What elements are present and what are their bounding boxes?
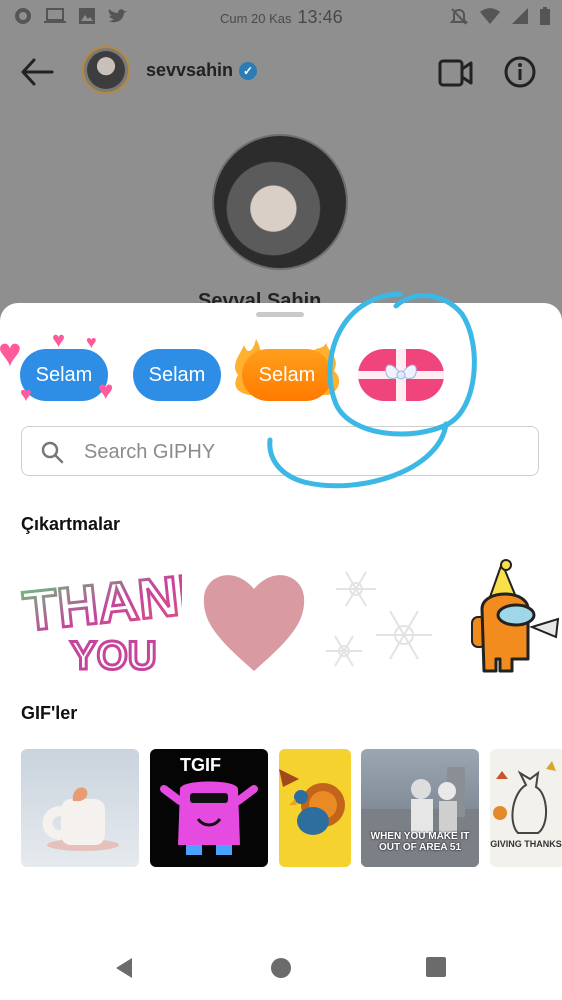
tgif-text: TGIF [180,755,221,775]
heart-decoration-icon: ♥ [52,327,66,352]
signal-icon [512,8,528,24]
snowflake-icon [326,571,432,667]
you-text: YOU [70,634,157,677]
back-arrow-icon[interactable] [20,58,54,86]
mug-gif[interactable] [21,749,139,867]
wifi-icon [480,8,500,24]
profile-picture [212,134,348,270]
thank-you-sticker[interactable]: THANK YOU [19,558,223,679]
thank-text: THANK [20,561,182,643]
alarm-off-icon [450,8,468,25]
gifs-section-title: GIF'ler [21,703,78,723]
laptop-icon [44,8,66,23]
giving-thanks-cat-icon [493,761,556,834]
info-icon[interactable] [504,56,536,88]
status-right-icons [450,7,550,25]
tgif-monster-icon: TGIF [160,755,258,855]
sticker-label: Selam [148,363,206,386]
giving-thanks-caption: GIVING THANKS [490,839,562,849]
whatsapp-icon [15,8,31,24]
status-clock: Cum 20 Kas 13:46 [220,7,343,28]
recents-nav-icon[interactable] [426,957,446,977]
search-input[interactable] [82,438,506,466]
heart-decoration-icon: ♥ [98,375,114,405]
status-time: 13:46 [297,7,343,27]
mug-icon [42,787,119,851]
selam-fire-sticker[interactable]: Selam [242,349,332,401]
heart-decoration-icon: ♥ [86,332,97,352]
tgif-gif[interactable]: TGIF [150,749,268,867]
turkey-gif[interactable] [279,749,351,867]
navigation-bar [0,945,562,991]
status-left-icons [14,7,128,25]
username-text: sevvsahin [146,60,234,80]
area51-gif[interactable]: WHEN YOU MAKE IT OUT OF AREA 51 [361,749,479,867]
stickers-section-title: Çıkartmalar [21,514,121,534]
sticker-label: Selam [35,363,93,386]
heart-icon [203,575,305,671]
sheet-drag-handle[interactable] [256,312,304,317]
status-date: Cum 20 Kas [220,11,292,26]
selam-sticker[interactable]: Selam [133,349,221,401]
search-bar[interactable] [21,426,539,476]
heart-sticker[interactable] [200,565,308,675]
sticker-label: Selam [258,363,316,386]
home-nav-icon[interactable] [270,957,292,979]
battery-icon [540,7,550,25]
username[interactable]: sevvsahin ✓ [146,60,258,81]
search-icon [41,441,64,464]
selam-hearts-sticker[interactable]: Selam [20,349,108,401]
heart-decoration-icon: ♥ [20,384,32,406]
heart-decoration-icon: ♥ [0,331,22,375]
back-nav-icon[interactable] [114,957,134,979]
avatar-image [87,51,125,89]
gift-bow-icon [358,349,444,401]
twitter-icon [108,9,127,23]
thank-you-graphic: THANK YOU [19,558,223,679]
sticker-sheet: Selam ♥ ♥ ♥ ♥ ♥ Selam Selam Çıkartmalar [0,303,562,1000]
giving-thanks-gif[interactable]: GIVING THANKS [490,749,562,867]
among-us-party-sticker[interactable] [466,559,562,679]
area51-caption: WHEN YOU MAKE IT OUT OF AREA 51 [370,831,470,853]
verified-badge-icon: ✓ [239,61,258,80]
video-call-icon[interactable] [438,58,474,88]
turkey-icon [279,769,345,835]
gift-sticker[interactable] [358,349,444,401]
status-bar: Cum 20 Kas 13:46 [0,0,562,34]
avatar[interactable] [82,46,130,94]
snowflakes-sticker[interactable] [320,561,440,677]
among-us-icon [471,559,560,673]
image-icon [79,8,95,24]
